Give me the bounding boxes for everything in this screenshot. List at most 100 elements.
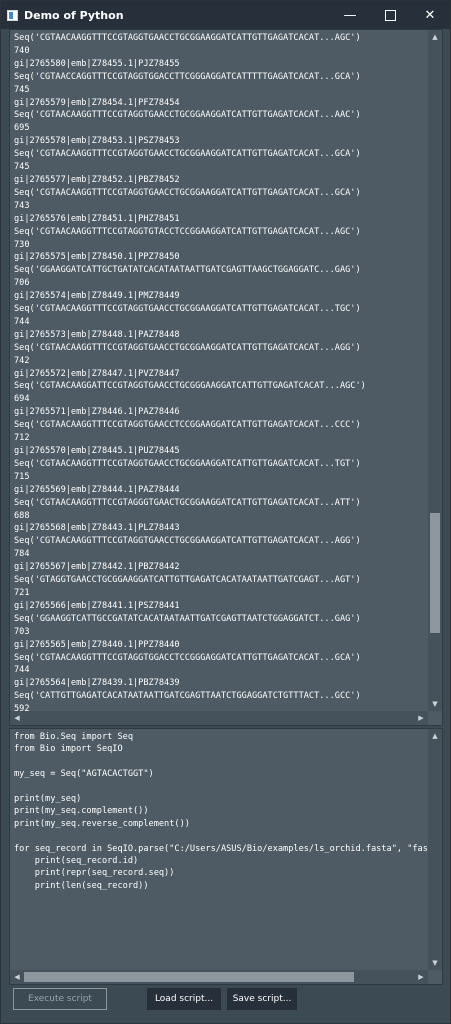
output-line: 715 bbox=[14, 471, 30, 482]
script-text[interactable]: from Bio.Seq import Seq from Bio import S… bbox=[10, 729, 428, 970]
script-horizontal-scrollbar[interactable]: ◀ ▶ bbox=[10, 970, 428, 984]
scroll-corner bbox=[428, 711, 442, 725]
scroll-corner bbox=[428, 970, 442, 984]
output-line: 592 bbox=[14, 704, 30, 711]
script-line: print(my_seq) bbox=[14, 794, 82, 805]
output-line: gi|2765579|emb|Z78454.1|PFZ78454 bbox=[14, 97, 180, 108]
output-line: 721 bbox=[14, 587, 30, 598]
output-line: gi|2765568|emb|Z78443.1|PLZ78443 bbox=[14, 523, 180, 534]
script-line: my_seq = Seq("AGTACACTGGT") bbox=[14, 769, 154, 780]
output-line: gi|2765572|emb|Z78447.1|PVZ78447 bbox=[14, 368, 180, 379]
script-scroll-thumb[interactable] bbox=[24, 972, 354, 982]
output-line: Seq('CGTAACAAGGTTTCCGTAGGTGAACCTGCGGAAGG… bbox=[14, 187, 361, 198]
output-line: Seq('CGTAACAAGGATTCCGTAGGTGAACCTGCGGGAAG… bbox=[14, 381, 366, 392]
script-line: print(my_seq.reverse_complement()) bbox=[14, 818, 190, 829]
output-line: gi|2765577|emb|Z78452.1|PBZ78452 bbox=[14, 174, 180, 185]
output-line: Seq('GGAAGGTCATTGCCGATATCACATAATAATTGATC… bbox=[14, 613, 361, 624]
scroll-up-arrow-icon[interactable]: ▲ bbox=[428, 30, 442, 44]
output-line: 744 bbox=[14, 316, 30, 327]
output-line: 745 bbox=[14, 84, 30, 95]
script-line: print(repr(seq_record.seq)) bbox=[14, 868, 175, 879]
output-line: Seq('CGTAACAAGGTTTCCGTAGGTGAACCTCCGGAAGG… bbox=[14, 420, 361, 431]
scroll-left-arrow-icon[interactable]: ◀ bbox=[10, 711, 24, 725]
output-line: Seq('CGTAACAAGGTTTCCGTAGGTGAACCTGCGGAAGG… bbox=[14, 536, 361, 547]
load-script-button[interactable]: Load script... bbox=[147, 988, 221, 1010]
output-line: gi|2765574|emb|Z78449.1|PMZ78449 bbox=[14, 291, 180, 302]
close-button[interactable]: ✕ bbox=[410, 1, 450, 29]
output-line: gi|2765580|emb|Z78455.1|PJZ78455 bbox=[14, 58, 180, 69]
output-line: 745 bbox=[14, 162, 30, 173]
scroll-right-arrow-icon[interactable]: ▶ bbox=[414, 970, 428, 984]
output-line: Seq('GGAAGGATCATTGCTGATATCACATAATAATTGAT… bbox=[14, 265, 361, 276]
script-line: for seq_record in SeqIO.parse("C:/Users/… bbox=[14, 843, 428, 854]
output-line: Seq('GTAGGTGAACCTGCGGAAGGATCATTGTTGAGATC… bbox=[14, 575, 361, 586]
output-line: 688 bbox=[14, 510, 30, 521]
scroll-left-arrow-icon[interactable]: ◀ bbox=[10, 970, 24, 984]
output-line: gi|2765571|emb|Z78446.1|PAZ78446 bbox=[14, 407, 180, 418]
output-line: Seq('CATTGTTGAGATCACATAATAATTGATCGAGTTAA… bbox=[14, 691, 361, 702]
output-line: gi|2765570|emb|Z78445.1|PUZ78445 bbox=[14, 446, 180, 456]
output-line: 740 bbox=[14, 45, 30, 56]
output-line: 730 bbox=[14, 239, 30, 250]
output-line: gi|2765576|emb|Z78451.1|PHZ78451 bbox=[14, 213, 180, 224]
close-icon: ✕ bbox=[424, 7, 436, 23]
maximize-icon bbox=[384, 9, 396, 21]
script-line bbox=[14, 781, 424, 793]
output-line: 784 bbox=[14, 549, 30, 560]
app-icon bbox=[7, 9, 18, 21]
output-line: 703 bbox=[14, 626, 30, 637]
scroll-down-arrow-icon[interactable]: ▼ bbox=[428, 697, 442, 711]
window-title: Demo of Python bbox=[24, 8, 124, 22]
script-line: from Bio import SeqIO bbox=[14, 744, 123, 755]
output-line: Seq('CGTAACAAGGTTTCCGTAGGTGAACCTGCGGAAGG… bbox=[14, 33, 361, 43]
title-bar[interactable]: Demo of Python — ✕ bbox=[1, 1, 450, 29]
output-line: gi|2765578|emb|Z78453.1|PSZ78453 bbox=[14, 136, 180, 147]
scroll-down-arrow-icon[interactable]: ▼ bbox=[428, 956, 442, 970]
script-line bbox=[14, 756, 424, 768]
minimize-icon: — bbox=[343, 7, 357, 23]
script-line: print(len(seq_record)) bbox=[14, 880, 149, 891]
output-line: Seq('CGTAACAAGGTTTCCGTAGGGTGAACTGCGGAAGG… bbox=[14, 497, 361, 508]
output-line: 744 bbox=[14, 665, 30, 676]
output-console[interactable]: Seq('CGTAACAAGGTTTCCGTAGGTGAACCTGCGGAAGG… bbox=[9, 29, 443, 726]
output-horizontal-scrollbar[interactable]: ◀ ▶ bbox=[10, 711, 428, 725]
scroll-right-arrow-icon[interactable]: ▶ bbox=[414, 711, 428, 725]
output-line: gi|2765573|emb|Z78448.1|PAZ78448 bbox=[14, 329, 180, 340]
output-line: gi|2765564|emb|Z78439.1|PBZ78439 bbox=[14, 678, 180, 689]
script-editor[interactable]: from Bio.Seq import Seq from Bio import S… bbox=[9, 728, 443, 985]
output-line: gi|2765567|emb|Z78442.1|PBZ78442 bbox=[14, 562, 180, 573]
script-vertical-scrollbar[interactable]: ▲ ▼ bbox=[428, 729, 442, 970]
script-line bbox=[14, 830, 424, 842]
output-line: Seq('CGTAACAAGGTTTCCGTAGGTGAACCTGCGGAAGG… bbox=[14, 304, 361, 315]
minimize-button[interactable]: — bbox=[330, 1, 370, 29]
save-script-button[interactable]: Save script... bbox=[227, 988, 297, 1010]
output-scroll-thumb[interactable] bbox=[430, 513, 440, 634]
script-line: print(seq_record.id) bbox=[14, 856, 139, 867]
maximize-button[interactable] bbox=[370, 1, 410, 29]
output-vertical-scrollbar[interactable]: ▲ ▼ bbox=[428, 30, 442, 711]
output-line: 712 bbox=[14, 433, 30, 444]
output-line: 695 bbox=[14, 123, 30, 134]
output-line: Seq('CGTAACAAGGTTTCCGTAGGTGAACCTGCGGAAGG… bbox=[14, 110, 361, 121]
output-line: Seq('CGTAACAAGGTTTCCGTAGGTGAACCTGCGGAAGG… bbox=[14, 458, 361, 469]
script-line: from Bio.Seq import Seq bbox=[14, 732, 133, 742]
output-line: gi|2765566|emb|Z78441.1|PSZ78441 bbox=[14, 600, 180, 611]
script-line: print(my_seq.complement()) bbox=[14, 806, 149, 817]
output-line: 706 bbox=[14, 278, 30, 289]
output-line: 694 bbox=[14, 394, 30, 405]
button-bar: Execute script Load script... Save scrip… bbox=[1, 988, 450, 1012]
output-line: gi|2765569|emb|Z78444.1|PAZ78444 bbox=[14, 484, 180, 495]
app-window: Demo of Python — ✕ Seq('CGTAACAAGGTTTCCG… bbox=[0, 0, 451, 1024]
output-line: Seq('CGTAACAAGGTTTCCGTAGGTGTACCTCCGGAAGG… bbox=[14, 226, 361, 237]
output-line: 743 bbox=[14, 200, 30, 211]
output-line: gi|2765565|emb|Z78440.1|PPZ78440 bbox=[14, 639, 180, 650]
output-line: gi|2765575|emb|Z78450.1|PPZ78450 bbox=[14, 252, 180, 263]
output-line: Seq('CGTAACAAGGTTTCCGTAGGTGAACCTGCGGAAGG… bbox=[14, 342, 361, 353]
output-line: 742 bbox=[14, 355, 30, 366]
scroll-up-arrow-icon[interactable]: ▲ bbox=[428, 729, 442, 743]
output-line: Seq('CGTAACAAGGTTTCCGTAGGTGGACCTCCGGGAGG… bbox=[14, 652, 361, 663]
execute-script-button[interactable]: Execute script bbox=[13, 988, 107, 1010]
output-text[interactable]: Seq('CGTAACAAGGTTTCCGTAGGTGAACCTGCGGAAGG… bbox=[10, 30, 428, 711]
output-line: Seq('CGTAACCAGGTTTCCGTAGGTGGACCTTCGGGAGG… bbox=[14, 71, 361, 82]
output-line: Seq('CGTAACAAGGTTTCCGTAGGTGAACCTGCGGAAGG… bbox=[14, 149, 361, 160]
